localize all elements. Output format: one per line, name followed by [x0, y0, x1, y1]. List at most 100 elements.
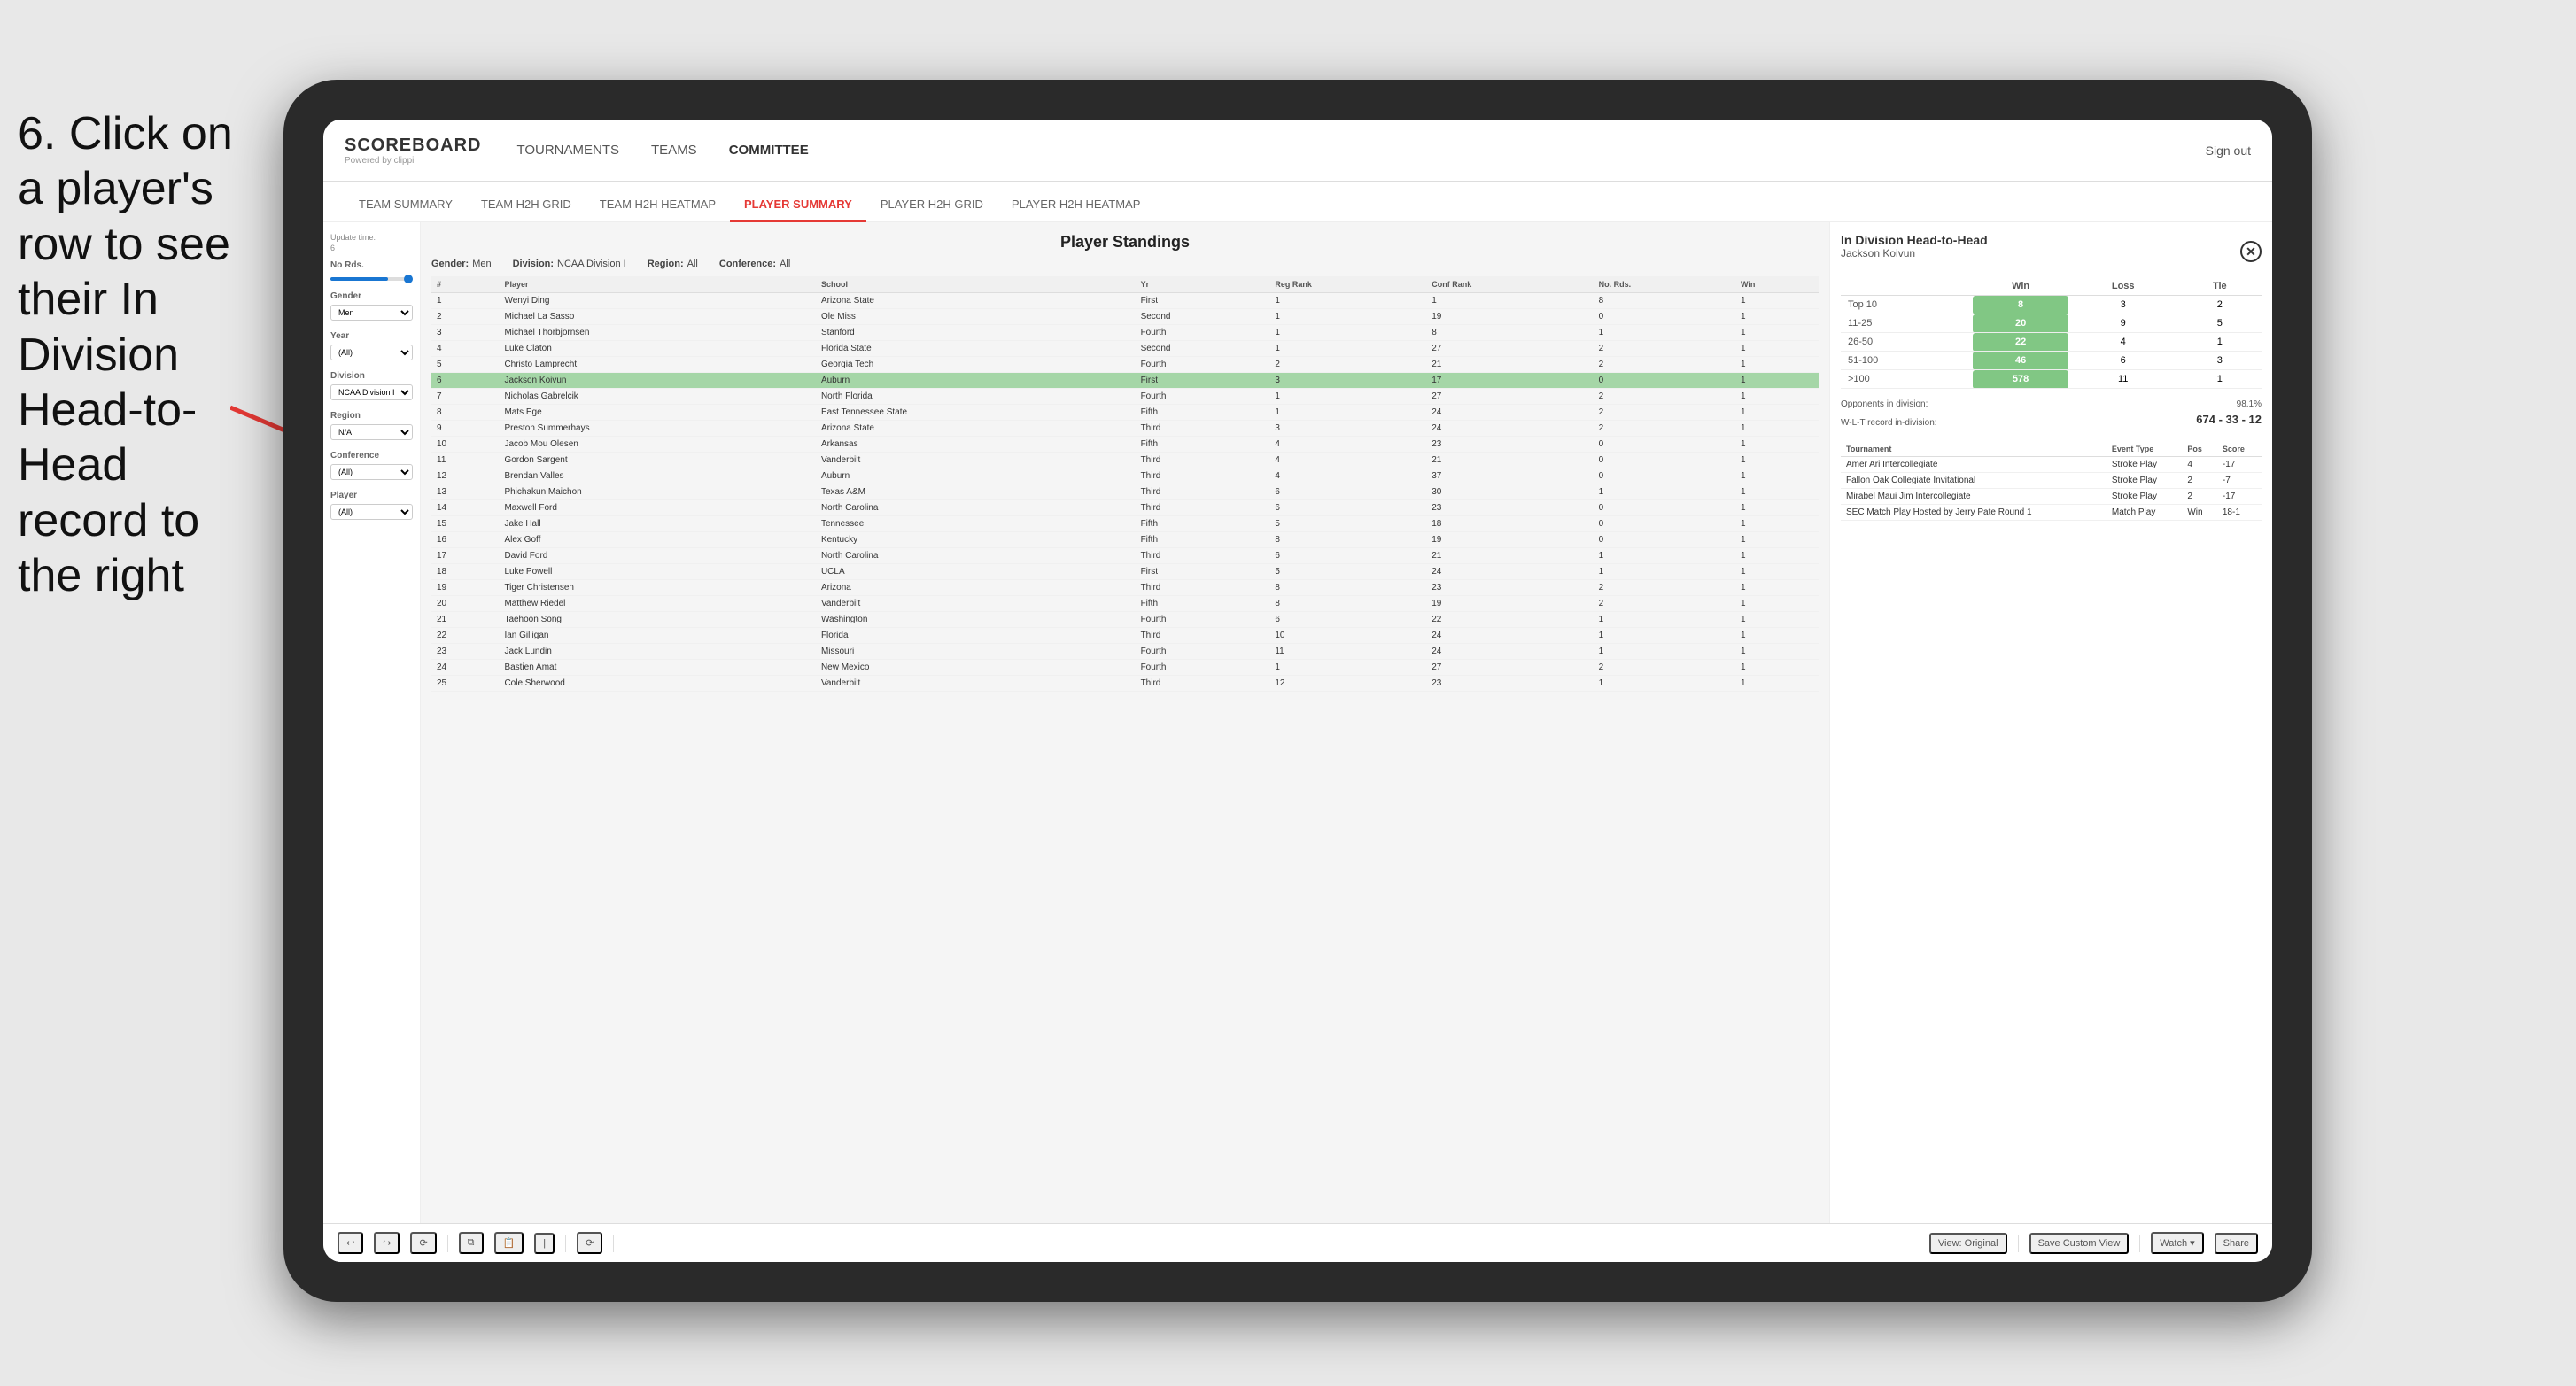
table-row[interactable]: 3 Michael Thorbjornsen Stanford Fourth 1… [431, 325, 1819, 341]
cell-rds: 1 [1594, 628, 1735, 644]
h2h-row: 26-50 22 4 1 [1841, 333, 2262, 352]
col-conf-rank: Conf Rank [1426, 276, 1593, 293]
division-select[interactable]: NCAA Division I [330, 384, 413, 400]
opponents-label: Opponents in division: [1841, 399, 1928, 409]
table-row[interactable]: 23 Jack Lundin Missouri Fourth 11 24 1 1 [431, 644, 1819, 660]
h2h-rank-label: 11-25 [1841, 314, 1973, 333]
tab-player-summary[interactable]: PLAYER SUMMARY [730, 189, 866, 222]
table-row[interactable]: 4 Luke Claton Florida State Second 1 27 … [431, 341, 1819, 357]
cell-rds: 0 [1594, 309, 1735, 325]
table-row[interactable]: 24 Bastien Amat New Mexico Fourth 1 27 2… [431, 660, 1819, 676]
table-row[interactable]: 17 David Ford North Carolina Third 6 21 … [431, 548, 1819, 564]
table-row[interactable]: 11 Gordon Sargent Vanderbilt Third 4 21 … [431, 453, 1819, 468]
table-row[interactable]: 9 Preston Summerhays Arizona State Third… [431, 421, 1819, 437]
cell-num: 13 [431, 484, 499, 500]
sign-out-button[interactable]: Sign out [2206, 143, 2251, 158]
t-type: Stroke Play [2107, 489, 2182, 505]
cell-player: Cole Sherwood [499, 676, 816, 692]
cell-conf: 30 [1426, 484, 1593, 500]
h2h-close-button[interactable]: ✕ [2240, 241, 2262, 262]
cell-rds: 0 [1594, 500, 1735, 516]
nav-committee[interactable]: COMMITTEE [729, 139, 809, 161]
cell-yr: Third [1136, 628, 1270, 644]
cell-num: 14 [431, 500, 499, 516]
conference-select[interactable]: (All) [330, 464, 413, 480]
cell-reg: 1 [1269, 405, 1426, 421]
cell-yr: Second [1136, 341, 1270, 357]
table-row[interactable]: 19 Tiger Christensen Arizona Third 8 23 … [431, 580, 1819, 596]
save-custom-button[interactable]: Save Custom View [2029, 1233, 2130, 1254]
cell-reg: 6 [1269, 484, 1426, 500]
gender-label: Gender [330, 291, 413, 301]
region-select[interactable]: N/A [330, 424, 413, 440]
redo-button[interactable]: ↪ [374, 1232, 400, 1254]
cell-win: 1 [1735, 421, 1819, 437]
table-row[interactable]: 2 Michael La Sasso Ole Miss Second 1 19 … [431, 309, 1819, 325]
watch-button[interactable]: Watch ▾ [2151, 1232, 2203, 1254]
table-row[interactable]: 1 Wenyi Ding Arizona State First 1 1 8 1 [431, 293, 1819, 309]
t-name: Fallon Oak Collegiate Invitational [1841, 473, 2107, 489]
view-original-button[interactable]: View: Original [1929, 1233, 2007, 1254]
table-row[interactable]: 25 Cole Sherwood Vanderbilt Third 12 23 … [431, 676, 1819, 692]
t-score: -17 [2217, 457, 2262, 473]
cell-reg: 3 [1269, 373, 1426, 389]
cell-reg: 1 [1269, 325, 1426, 341]
cell-reg: 11 [1269, 644, 1426, 660]
year-label: Year [330, 331, 413, 341]
undo-button[interactable]: ↩ [338, 1232, 363, 1254]
h2h-row: >100 578 11 1 [1841, 370, 2262, 389]
table-row[interactable]: 22 Ian Gilligan Florida Third 10 24 1 1 [431, 628, 1819, 644]
table-row[interactable]: 7 Nicholas Gabrelcik North Florida Fourt… [431, 389, 1819, 405]
table-row[interactable]: 15 Jake Hall Tennessee Fifth 5 18 0 1 [431, 516, 1819, 532]
cell-reg: 6 [1269, 500, 1426, 516]
separator-button[interactable]: | [534, 1233, 555, 1254]
cell-win: 1 [1735, 437, 1819, 453]
cell-yr: Third [1136, 676, 1270, 692]
h2h-tie-cell: 3 [2178, 352, 2262, 370]
nav-right: Sign out [2206, 143, 2251, 158]
table-row[interactable]: 20 Matthew Riedel Vanderbilt Fifth 8 19 … [431, 596, 1819, 612]
gender-select[interactable]: Men [330, 305, 413, 321]
copy-button[interactable]: ⧉ [459, 1232, 484, 1254]
t-score: 18-1 [2217, 505, 2262, 521]
table-row[interactable]: 8 Mats Ege East Tennessee State Fifth 1 … [431, 405, 1819, 421]
table-row[interactable]: 5 Christo Lamprecht Georgia Tech Fourth … [431, 357, 1819, 373]
table-row[interactable]: 12 Brendan Valles Auburn Third 4 37 0 1 [431, 468, 1819, 484]
reset-button[interactable]: ⟳ [410, 1232, 436, 1254]
tab-team-h2h-heatmap[interactable]: TEAM H2H HEATMAP [586, 189, 730, 222]
no-rds-slider[interactable] [330, 277, 413, 281]
cell-rds: 1 [1594, 644, 1735, 660]
table-row[interactable]: 21 Taehoon Song Washington Fourth 6 22 1… [431, 612, 1819, 628]
tab-team-h2h-grid[interactable]: TEAM H2H GRID [467, 189, 586, 222]
table-row[interactable]: 18 Luke Powell UCLA First 5 24 1 1 [431, 564, 1819, 580]
cell-conf: 27 [1426, 660, 1593, 676]
refresh-button[interactable]: ⟳ [577, 1232, 602, 1254]
tab-team-summary[interactable]: TEAM SUMMARY [345, 189, 467, 222]
cell-num: 15 [431, 516, 499, 532]
tab-player-h2h-heatmap[interactable]: PLAYER H2H HEATMAP [997, 189, 1154, 222]
nav-tournaments[interactable]: TOURNAMENTS [516, 139, 619, 161]
cell-reg: 1 [1269, 341, 1426, 357]
cell-reg: 6 [1269, 548, 1426, 564]
tournament-row: SEC Match Play Hosted by Jerry Pate Roun… [1841, 505, 2262, 521]
cell-conf: 23 [1426, 437, 1593, 453]
share-button[interactable]: Share [2215, 1233, 2258, 1254]
cell-win: 1 [1735, 580, 1819, 596]
table-row[interactable]: 14 Maxwell Ford North Carolina Third 6 2… [431, 500, 1819, 516]
cell-conf: 19 [1426, 532, 1593, 548]
cell-school: Tennessee [816, 516, 1136, 532]
table-row[interactable]: 16 Alex Goff Kentucky Fifth 8 19 0 1 [431, 532, 1819, 548]
toolbar-sep-2 [565, 1235, 566, 1252]
paste-button[interactable]: 📋 [494, 1232, 524, 1254]
player-select[interactable]: (All) [330, 504, 413, 520]
table-row[interactable]: 6 Jackson Koivun Auburn First 3 17 0 1 [431, 373, 1819, 389]
tab-player-h2h-grid[interactable]: PLAYER H2H GRID [866, 189, 997, 222]
table-row[interactable]: 13 Phichakun Maichon Texas A&M Third 6 3… [431, 484, 1819, 500]
year-select[interactable]: (All) [330, 345, 413, 360]
col-hash: # [431, 276, 499, 293]
division-filter-value: NCAA Division I [557, 259, 626, 269]
cell-yr: Fourth [1136, 644, 1270, 660]
nav-teams[interactable]: TEAMS [651, 139, 697, 161]
standings-table-container: # Player School Yr Reg Rank Conf Rank No… [431, 276, 1819, 1212]
table-row[interactable]: 10 Jacob Mou Olesen Arkansas Fifth 4 23 … [431, 437, 1819, 453]
